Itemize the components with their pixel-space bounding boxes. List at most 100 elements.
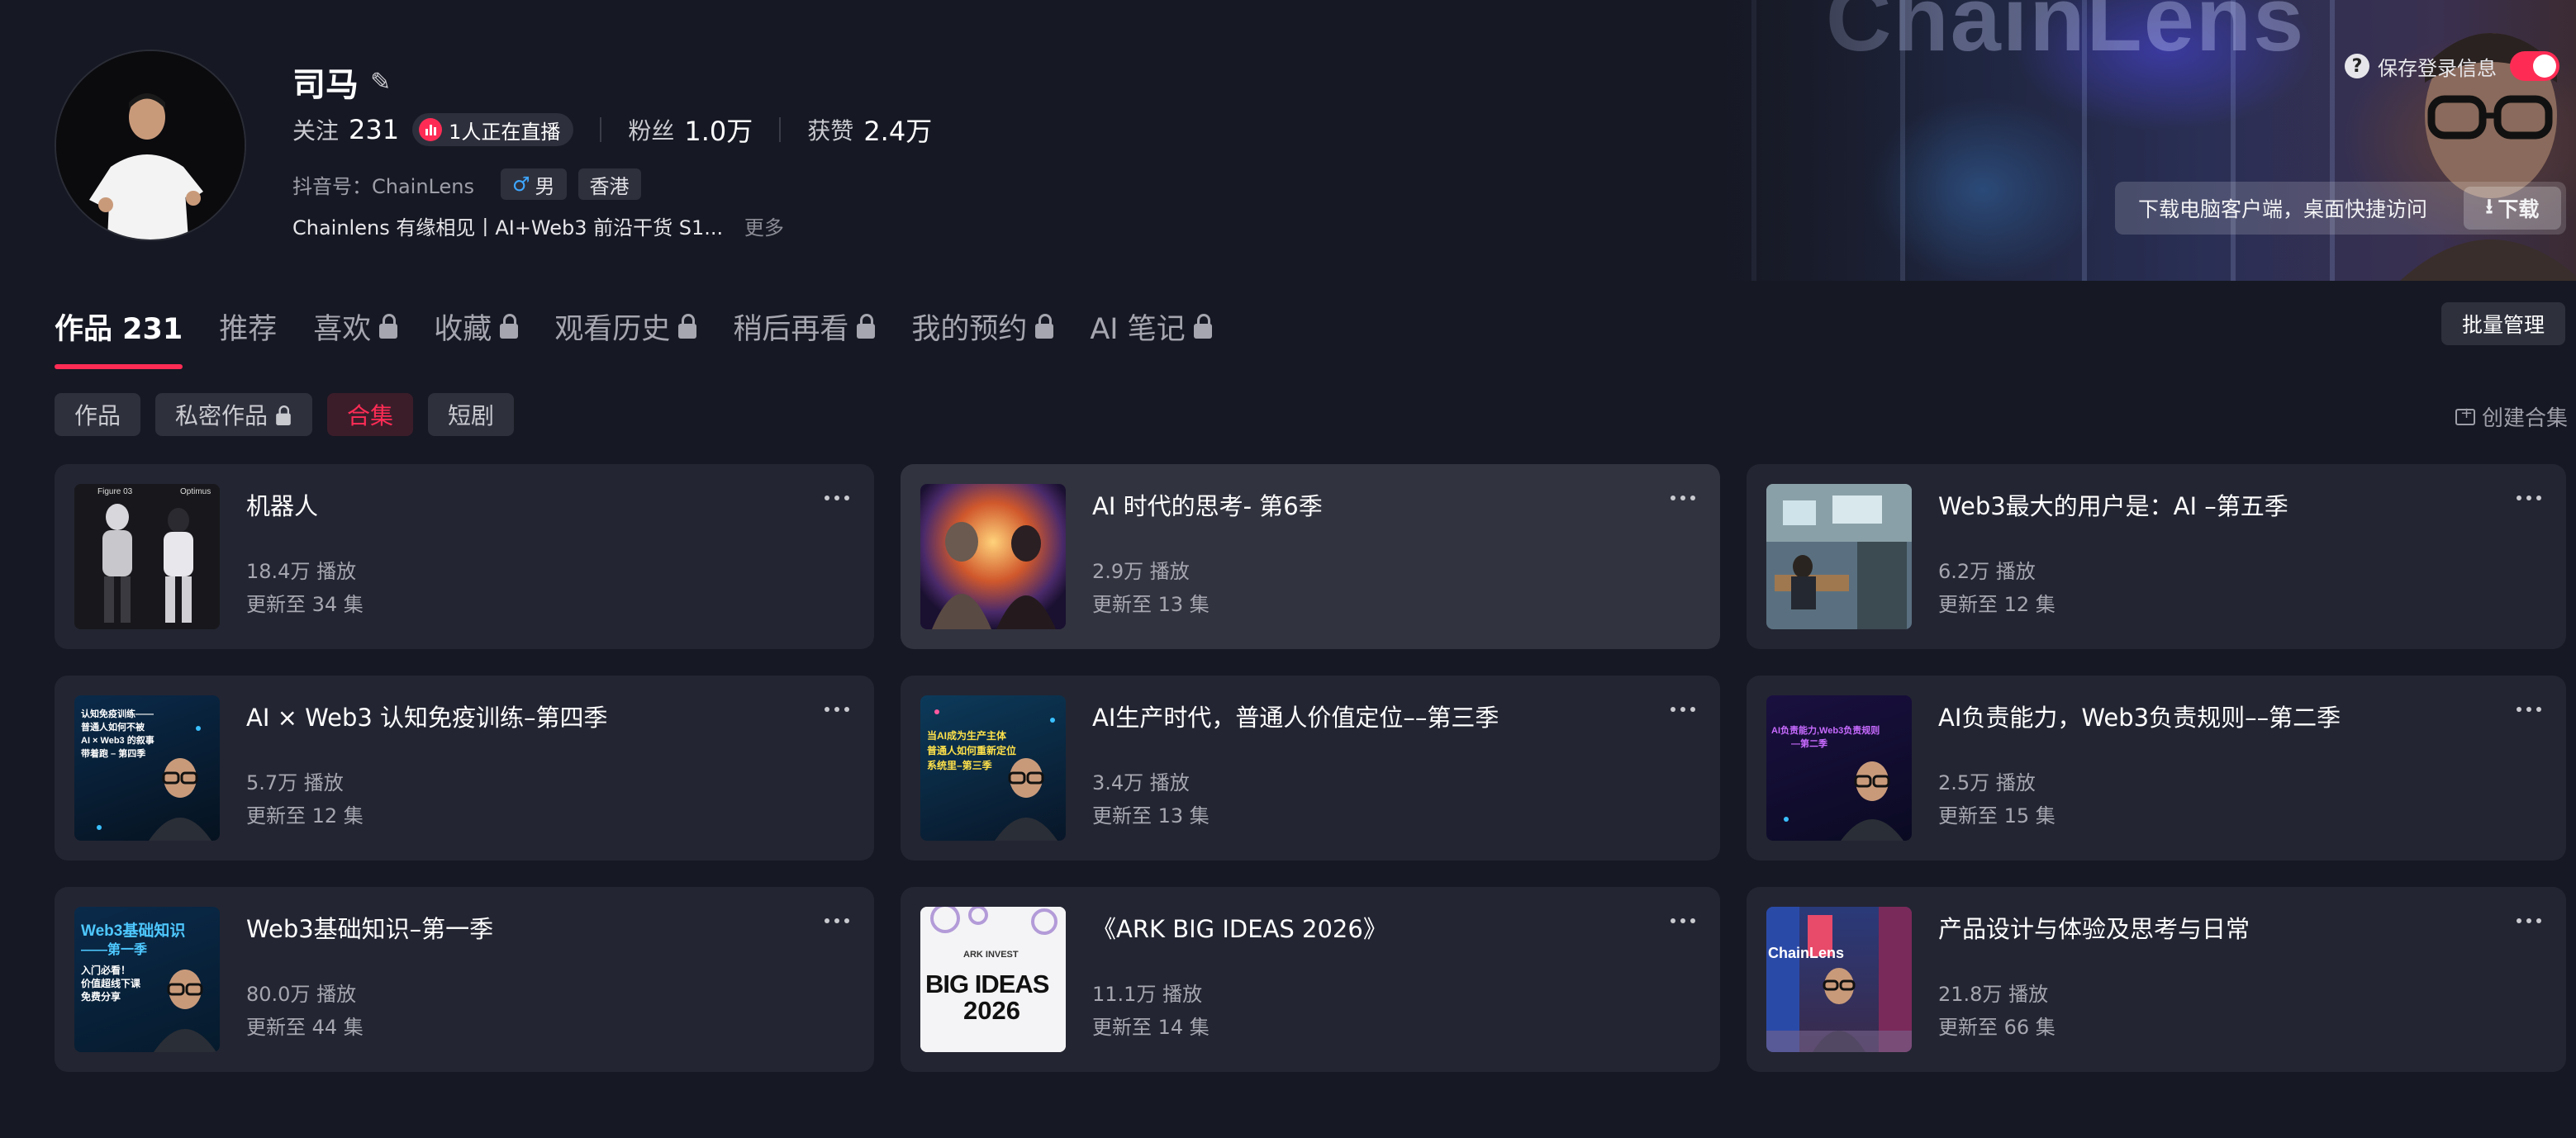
- thumb-caption: 系统里–第三季: [927, 760, 992, 771]
- collection-play-count: 21.8万 播放: [1938, 983, 2049, 1006]
- collection-thumbnail: 认知免疫训练—— 普通人如何不被 AI × Web3 的叙事 带着跑 – 第四季: [74, 695, 220, 841]
- download-icon: ⭳: [2485, 193, 2493, 218]
- collection-episode-count: 更新至 14 集: [1092, 1016, 1210, 1039]
- tab-recommend[interactable]: 推荐: [219, 306, 277, 369]
- collection-card[interactable]: AI负责能力,Web3负责规则 —第二季 AI负责能力，Web3负责规则––第二…: [1747, 676, 2566, 861]
- collection-title: AI负责能力，Web3负责规则––第二季: [1938, 704, 2341, 732]
- collection-episode-count: 更新至 44 集: [246, 1016, 364, 1039]
- thumb-caption: ChainLens: [1768, 945, 1845, 961]
- robots-image: [74, 484, 220, 629]
- lock-icon: [276, 405, 291, 425]
- profile-bio: Chainlens 有缘相见丨AI+Web3 前沿干货 S1... 更多: [292, 211, 784, 240]
- subtab-label: 作品: [74, 402, 121, 429]
- save-login-toggle[interactable]: [2510, 51, 2559, 81]
- thumb-caption: 价值超线下课: [81, 978, 141, 989]
- profile-tabs: 作品 231 推荐 喜欢 收藏 观看历史 稍后再看 我的预约 AI 笔记: [55, 306, 1212, 369]
- live-now-pill[interactable]: 1人正在直播: [412, 113, 574, 146]
- gender-tag: ♂ 男: [500, 168, 567, 200]
- collection-card[interactable]: Figure 03 Optimus 机器人 18.4万 播放 更新至 34 集: [55, 464, 874, 649]
- collection-play-count: 5.7万 播放: [246, 771, 344, 794]
- more-options-icon[interactable]: [2517, 918, 2541, 923]
- tab-history[interactable]: 观看历史: [554, 306, 697, 369]
- more-options-icon[interactable]: [1671, 707, 1695, 712]
- tab-works[interactable]: 作品 231: [55, 306, 183, 369]
- collection-card[interactable]: 认知免疫训练—— 普通人如何不被 AI × Web3 的叙事 带着跑 – 第四季…: [55, 676, 874, 861]
- help-icon[interactable]: ?: [2345, 54, 2369, 78]
- download-button[interactable]: ⭳ 下载: [2464, 187, 2561, 230]
- collection-play-count: 11.1万 播放: [1092, 983, 1203, 1006]
- male-icon: ♂: [511, 173, 530, 196]
- collections-grid: Figure 03 Optimus 机器人 18.4万 播放 更新至 34 集: [55, 464, 2566, 1072]
- gender-text: 男: [535, 174, 555, 198]
- thumb-caption: ——第一季: [81, 943, 148, 957]
- download-client-bar[interactable]: 下载电脑客户端，桌面快捷访问 ⭳ 下载: [2115, 182, 2566, 235]
- subtab-short-drama[interactable]: 短剧: [428, 393, 515, 436]
- tab-label: 推荐: [219, 313, 278, 346]
- lock-icon: [500, 313, 519, 339]
- collection-episode-count: 更新至 34 集: [246, 593, 364, 616]
- more-options-icon[interactable]: [825, 496, 849, 500]
- following-count[interactable]: 231: [349, 114, 399, 145]
- subtab-collections[interactable]: 合集: [327, 393, 414, 436]
- collection-card[interactable]: Web3最大的用户是：AI –第五季 6.2万 播放 更新至 12 集: [1747, 464, 2566, 649]
- subtab-works[interactable]: 作品: [55, 393, 141, 436]
- bio-more-link[interactable]: 更多: [744, 216, 784, 239]
- tab-label: 观看历史: [554, 313, 671, 346]
- tab-ai-notes[interactable]: AI 笔记: [1090, 306, 1212, 369]
- tab-likes[interactable]: 喜欢: [313, 306, 398, 369]
- collection-play-count: 80.0万 播放: [246, 983, 357, 1006]
- subtab-label: 合集: [347, 402, 394, 429]
- collection-title: 机器人: [246, 492, 319, 520]
- collection-thumbnail: AI负责能力,Web3负责规则 —第二季: [1766, 695, 1912, 841]
- collection-thumbnail: Figure 03 Optimus: [74, 484, 220, 629]
- banner-fade: [1652, 0, 1950, 281]
- region-text: 香港: [589, 174, 630, 198]
- followers-label: 粉丝: [628, 117, 675, 145]
- collection-thumbnail: [1766, 484, 1912, 629]
- likes-label: 获赞: [807, 117, 854, 145]
- lock-icon: [379, 313, 398, 339]
- download-button-label: 下载: [2498, 197, 2540, 221]
- more-options-icon[interactable]: [2517, 496, 2541, 500]
- tab-label: 稍后再看: [733, 313, 849, 346]
- more-options-icon[interactable]: [825, 707, 849, 712]
- tab-favorites[interactable]: 收藏: [434, 306, 519, 369]
- profile-name-row: 司马 ✎: [292, 58, 391, 106]
- live-signal-icon: [419, 118, 443, 141]
- collection-title: AI × Web3 认知免疫训练–第四季: [246, 704, 608, 732]
- tab-watch-later[interactable]: 稍后再看: [733, 306, 876, 369]
- collection-card[interactable]: 当AI成为生产主体 普通人如何重新定位 系统里–第三季 AI生产时代，普通人价值…: [901, 676, 1720, 861]
- collection-play-count: 3.4万 播放: [1092, 771, 1190, 794]
- avatar[interactable]: [55, 50, 246, 241]
- lock-icon: [1193, 313, 1212, 339]
- collection-title: 《ARK BIG IDEAS 2026》: [1092, 915, 1387, 943]
- subtab-label: 短剧: [448, 402, 495, 429]
- collection-episode-count: 更新至 15 集: [1938, 804, 2056, 827]
- thumb-caption: BIG IDEAS: [925, 970, 1049, 998]
- batch-manage-button[interactable]: 批量管理: [2441, 302, 2565, 345]
- collection-play-count: 18.4万 播放: [246, 560, 357, 583]
- collection-thumbnail: ARK INVEST BIG IDEAS 2026: [920, 907, 1066, 1052]
- followers-count[interactable]: 1.0万: [684, 111, 753, 149]
- collection-card[interactable]: Web3基础知识 ——第一季 入门必看！ 价值超线下课 免费分享 Web3基础知…: [55, 887, 874, 1072]
- save-login-label: 保存登录信息: [2378, 56, 2497, 80]
- thumb-caption: Figure 03: [97, 487, 133, 496]
- more-options-icon[interactable]: [2517, 707, 2541, 712]
- collection-card[interactable]: ARK INVEST BIG IDEAS 2026 《ARK BIG IDEAS…: [901, 887, 1720, 1072]
- thumb-caption: AI负责能力,Web3负责规则: [1771, 726, 1880, 736]
- bio-text: Chainlens 有缘相见丨AI+Web3 前沿干货 S1...: [292, 216, 724, 239]
- thumb-caption: Web3基础知识: [81, 922, 186, 940]
- subtab-private-works[interactable]: 私密作品: [155, 393, 313, 436]
- more-options-icon[interactable]: [1671, 918, 1695, 923]
- collection-card[interactable]: AI 时代的思考- 第6季 2.9万 播放 更新至 13 集: [901, 464, 1720, 649]
- edit-pencil-icon[interactable]: ✎: [370, 68, 391, 97]
- tab-reservations[interactable]: 我的预约: [911, 306, 1054, 369]
- times-square-image: [1766, 907, 1912, 1052]
- more-options-icon[interactable]: [825, 918, 849, 923]
- collection-card[interactable]: ChainLens 产品设计与体验及思考与日常 21.8万 播放 更新至 66 …: [1747, 887, 2566, 1072]
- collection-episode-count: 更新至 66 集: [1938, 1016, 2056, 1039]
- works-subtabs: 作品 私密作品 合集 短剧: [55, 393, 515, 436]
- create-collection-button[interactable]: 创建合集: [2455, 401, 2568, 432]
- more-options-icon[interactable]: [1671, 496, 1695, 500]
- collection-thumbnail: [920, 484, 1066, 629]
